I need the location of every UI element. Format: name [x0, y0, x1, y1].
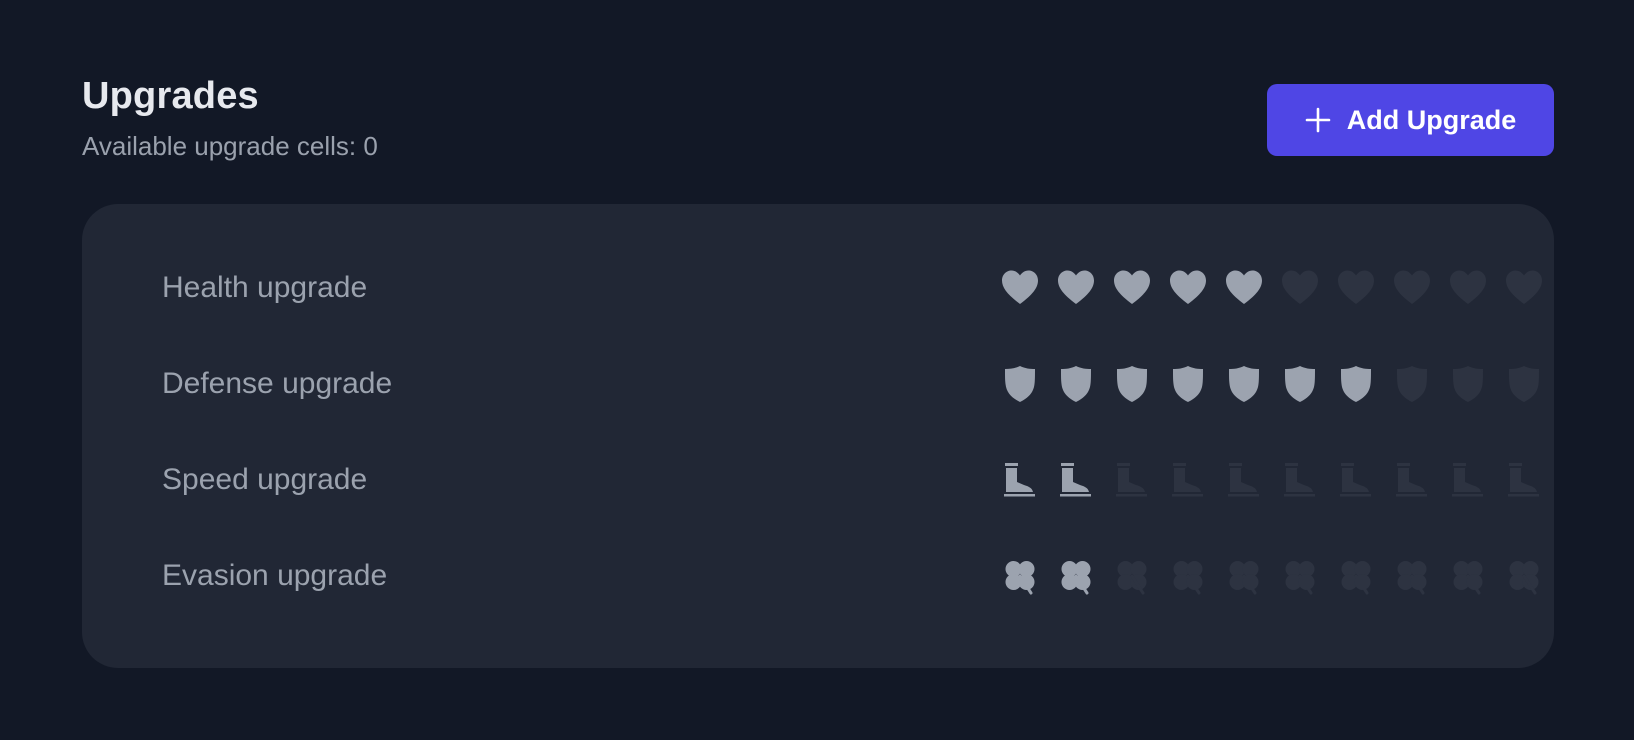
clover-icon	[1280, 556, 1320, 596]
upgrades-card: Health upgrade Defense upgrade Speed upg…	[82, 204, 1554, 668]
heart-icon	[1000, 268, 1040, 308]
boot-icon	[1112, 460, 1152, 500]
boot-icon	[1280, 460, 1320, 500]
boot-icon	[1056, 460, 1096, 500]
boot-icon	[1504, 460, 1544, 500]
boot-icon	[1224, 460, 1264, 500]
upgrade-label: Evasion upgrade	[162, 559, 388, 592]
upgrade-row-defense: Defense upgrade	[162, 354, 1539, 414]
shield-icon	[1112, 364, 1152, 404]
heart-icon	[1392, 268, 1432, 308]
available-cells-text: Available upgrade cells: 0	[82, 131, 378, 161]
boot-icon	[1168, 460, 1208, 500]
heart-icon	[1112, 268, 1152, 308]
add-upgrade-button[interactable]: Add Upgrade	[1267, 84, 1554, 156]
boot-icon	[1000, 460, 1040, 500]
heart-icon	[1448, 268, 1488, 308]
shield-icon	[1336, 364, 1376, 404]
upgrade-label: Speed upgrade	[162, 463, 368, 496]
shield-icon	[1000, 364, 1040, 404]
add-upgrade-label: Add Upgrade	[1346, 104, 1517, 135]
upgrade-row-speed: Speed upgrade	[162, 450, 1539, 510]
heart-icon	[1224, 268, 1264, 308]
heart-icon	[1336, 268, 1376, 308]
clover-icon	[1168, 556, 1208, 596]
page-title: Upgrades	[82, 75, 259, 117]
heart-icon	[1504, 268, 1544, 308]
upgrade-label: Health upgrade	[162, 271, 368, 304]
heart-icon	[1168, 268, 1208, 308]
clover-icon	[1448, 556, 1488, 596]
upgrade-meter	[1000, 450, 1544, 510]
shield-icon	[1224, 364, 1264, 404]
boot-icon	[1336, 460, 1376, 500]
clover-icon	[1392, 556, 1432, 596]
upgrade-label: Defense upgrade	[162, 367, 393, 400]
clover-icon	[1000, 556, 1040, 596]
upgrade-meter	[1000, 258, 1544, 318]
upgrade-meter	[1000, 546, 1544, 606]
clover-icon	[1112, 556, 1152, 596]
heart-icon	[1056, 268, 1096, 308]
shield-icon	[1392, 364, 1432, 404]
clover-icon	[1504, 556, 1544, 596]
upgrade-row-evasion: Evasion upgrade	[162, 546, 1539, 606]
boot-icon	[1448, 460, 1488, 500]
clover-icon	[1056, 556, 1096, 596]
shield-icon	[1280, 364, 1320, 404]
heart-icon	[1280, 268, 1320, 308]
page-header: Upgrades Available upgrade cells: 0	[82, 70, 378, 164]
upgrade-row-health: Health upgrade	[162, 258, 1542, 318]
shield-icon	[1504, 364, 1544, 404]
clover-icon	[1224, 556, 1264, 596]
shield-icon	[1056, 364, 1096, 404]
plus-icon	[1305, 107, 1331, 133]
shield-icon	[1168, 364, 1208, 404]
upgrades-page: Upgrades Available upgrade cells: 0 Add …	[0, 0, 1634, 740]
upgrade-meter	[1000, 354, 1544, 414]
clover-icon	[1336, 556, 1376, 596]
boot-icon	[1392, 460, 1432, 500]
shield-icon	[1448, 364, 1488, 404]
